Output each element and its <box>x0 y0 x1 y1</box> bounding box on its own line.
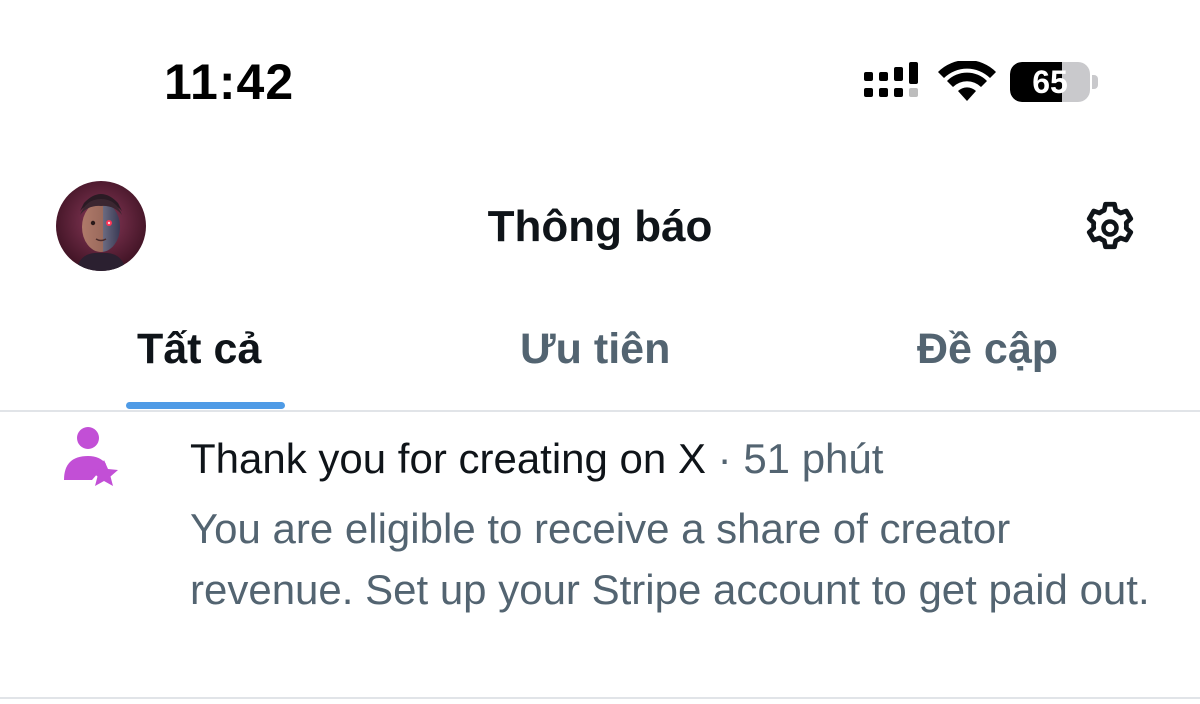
status-time: 11:42 <box>164 54 295 110</box>
person-star-icon <box>62 424 122 494</box>
battery-icon: 65 <box>1010 60 1098 104</box>
wifi-icon <box>938 61 996 103</box>
battery-tip <box>1092 75 1098 89</box>
active-tab-indicator <box>126 402 285 409</box>
notification-time: 51 phút <box>743 435 884 482</box>
battery-body: 65 <box>1010 62 1090 102</box>
tab-priority[interactable]: Ưu tiên <box>520 322 670 376</box>
battery-level: 65 <box>1032 63 1068 100</box>
page-title: Thông báo <box>487 202 713 251</box>
notification-body: You are eligible to receive a share of c… <box>190 505 1150 613</box>
tab-mentions[interactable]: Đề cập <box>917 322 1058 376</box>
tab-all[interactable]: Tất cả <box>137 322 261 376</box>
notification-item[interactable]: Thank you for creating on X · 51 phút Yo… <box>0 412 1200 697</box>
signal-bars-icon <box>864 62 924 102</box>
divider <box>0 697 1200 699</box>
gear-icon[interactable] <box>1080 198 1140 258</box>
notification-title: Thank you for creating on X <box>190 435 706 482</box>
notification-header: Thank you for creating on X · 51 phút <box>190 432 883 486</box>
notification-tabs: Tất cả Ưu tiên Đề cập <box>0 300 1200 410</box>
notification-separator: · <box>717 435 732 482</box>
status-indicators: 65 <box>864 56 1098 108</box>
